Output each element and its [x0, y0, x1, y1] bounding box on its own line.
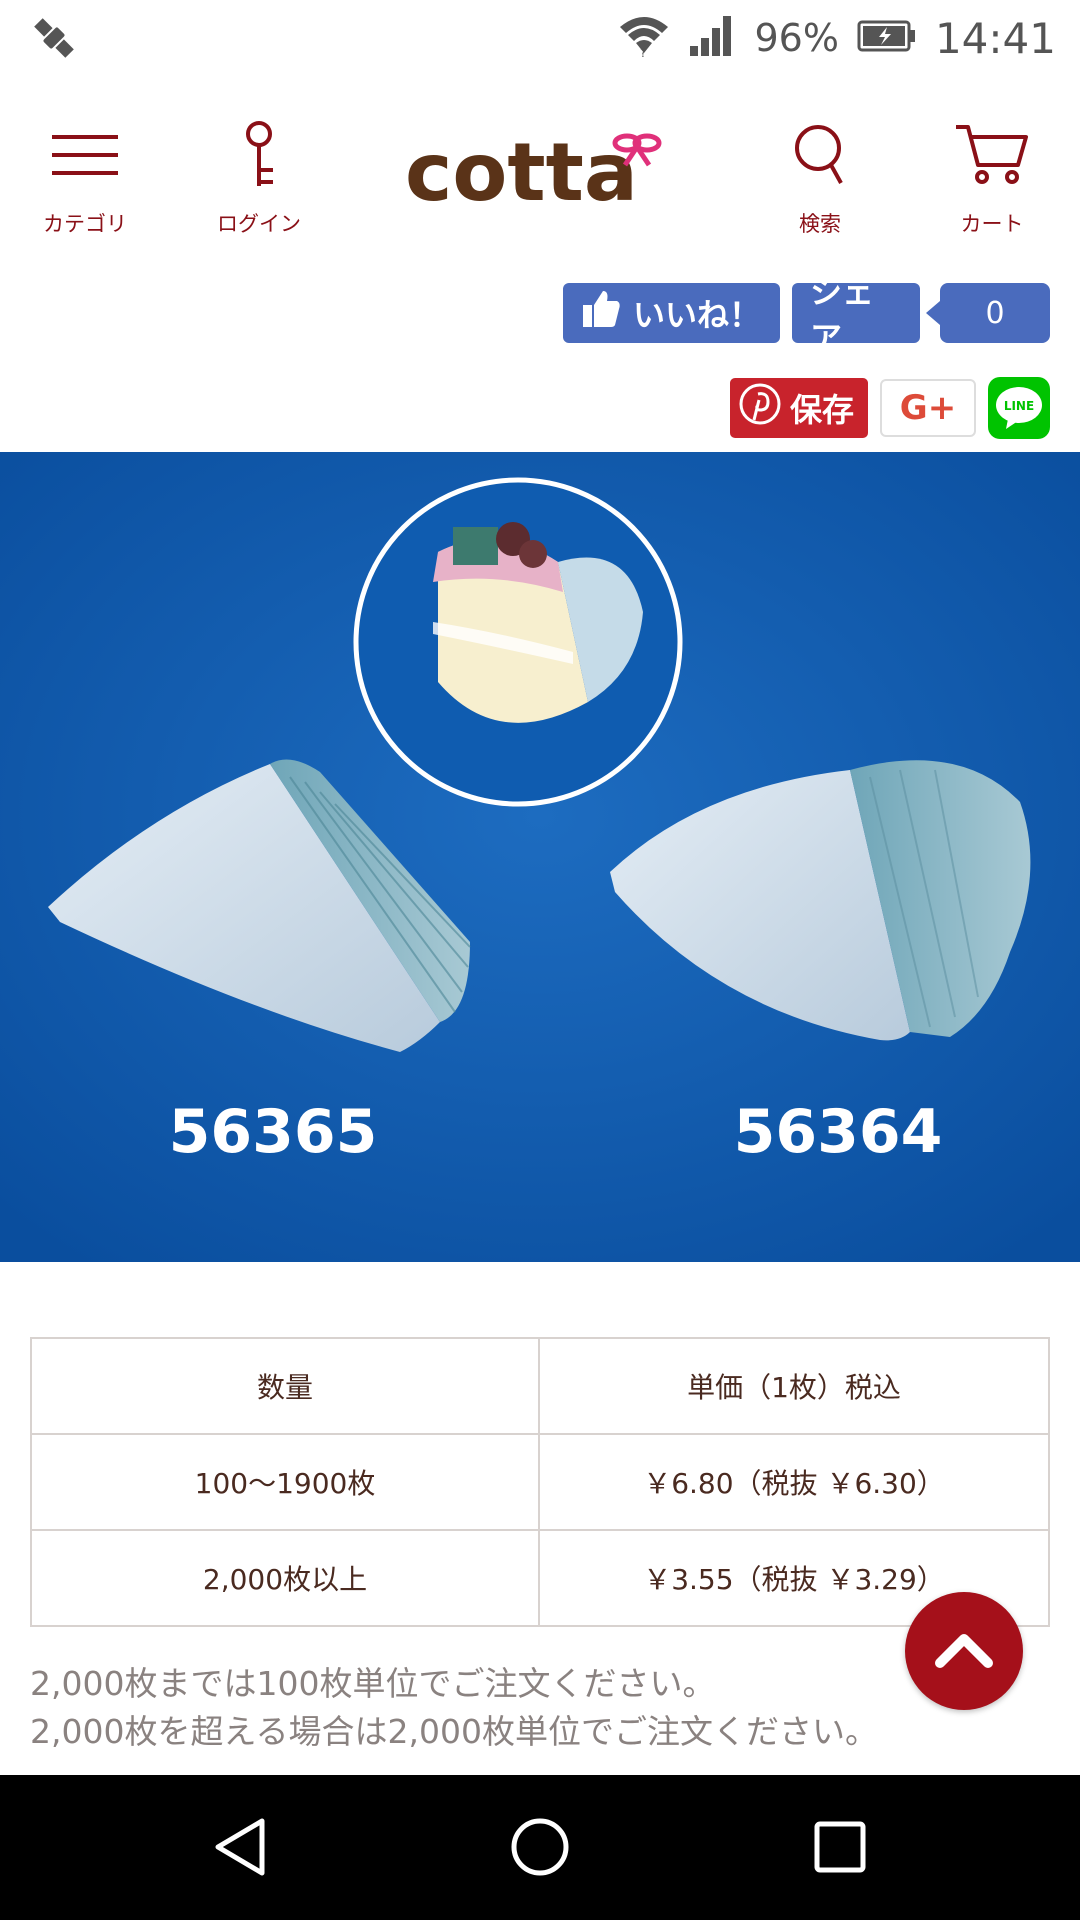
like-label: いいね！: [633, 296, 762, 334]
line-share-button[interactable]: LINE: [988, 377, 1050, 439]
signal-icon: [688, 14, 736, 62]
battery-icon: [857, 18, 917, 58]
recents-icon: [814, 1821, 866, 1873]
product-code-right: 56364: [734, 1097, 943, 1167]
category-menu-button[interactable]: カテゴリ: [20, 110, 150, 238]
svg-text:LINE: LINE: [1004, 399, 1034, 413]
search-button[interactable]: 検索: [755, 110, 885, 238]
category-label: カテゴリ: [43, 212, 127, 236]
quantity-cell: 100〜1900枚: [30, 1433, 540, 1531]
thumbs-up-icon: [581, 289, 621, 337]
pinterest-icon: [738, 382, 782, 434]
price-table: 数量 単価（1枚）税込 100〜1900枚 ￥6.80（税抜 ￥6.30） 2,…: [30, 1337, 1050, 1627]
home-button[interactable]: [500, 1807, 580, 1887]
facebook-share-button[interactable]: シェア: [792, 273, 920, 357]
key-icon: [239, 110, 279, 200]
site-header: カテゴリ ログイン cotta 検索 カート: [0, 90, 1080, 240]
share-count: 0: [926, 283, 1050, 343]
login-button[interactable]: ログイン: [194, 110, 324, 238]
wifi-icon: ?: [618, 13, 670, 63]
clock: 14:41: [934, 13, 1056, 63]
cart-icon: [954, 110, 1030, 200]
share-buttons: 保存 G+ LINE: [730, 377, 1050, 439]
home-icon: [511, 1818, 569, 1876]
svg-text:cotta: cotta: [405, 126, 638, 219]
note-line: 2,000枚までは100枚単位でご注文ください。: [30, 1664, 716, 1703]
price-cell: ￥6.80（税抜 ￥6.30）: [538, 1433, 1050, 1531]
satellite-icon: [28, 12, 80, 64]
svg-text:?: ?: [640, 46, 646, 59]
table-header-row: 数量 単価（1枚）税込: [30, 1337, 1050, 1435]
pinterest-save-button[interactable]: 保存: [730, 378, 868, 438]
battery-percent: 96%: [754, 16, 839, 60]
note-line: 2,000枚を超える場合は2,000枚単位でご注文ください。: [30, 1712, 878, 1751]
chevron-up-icon: [935, 1634, 993, 1668]
status-bar: ? 96% 14:41: [0, 0, 1080, 75]
share-label: シェア: [810, 273, 875, 357]
back-button[interactable]: [200, 1807, 280, 1887]
recents-button[interactable]: [800, 1807, 880, 1887]
column-header: 単価（1枚）税込: [538, 1337, 1050, 1435]
pinterest-label: 保存: [790, 391, 855, 429]
table-row: 100〜1900枚 ￥6.80（税抜 ￥6.30）: [30, 1433, 1050, 1531]
login-label: ログイン: [217, 212, 301, 236]
cake-inset: [353, 477, 683, 807]
google-plus-button[interactable]: G+: [880, 379, 976, 437]
facebook-buttons: いいね！ シェア 0: [563, 273, 1050, 357]
line-icon: LINE: [996, 387, 1042, 429]
column-header: 数量: [30, 1337, 540, 1435]
cart-button[interactable]: カート: [927, 110, 1057, 238]
quantity-cell: 2,000枚以上: [30, 1529, 540, 1627]
table-row: 2,000枚以上 ￥3.55（税抜 ￥3.29）: [30, 1529, 1050, 1627]
cart-label: カート: [960, 212, 1024, 236]
scroll-to-top-button[interactable]: [905, 1592, 1023, 1710]
google-plus-icon: G+: [899, 388, 957, 428]
facebook-like-button[interactable]: いいね！: [563, 283, 780, 343]
order-notes: 2,000枚までは100枚単位でご注文ください。 2,000枚を超える場合は2,…: [30, 1660, 1030, 1756]
product-image: 56365 56364: [0, 452, 1080, 1262]
navigation-bar: [0, 1775, 1080, 1920]
back-icon: [215, 1818, 265, 1876]
hamburger-icon: [52, 110, 118, 200]
product-code-left: 56365: [169, 1097, 378, 1167]
cotta-logo[interactable]: cotta: [405, 125, 675, 220]
search-label: 検索: [799, 212, 841, 236]
search-icon: [793, 110, 847, 200]
